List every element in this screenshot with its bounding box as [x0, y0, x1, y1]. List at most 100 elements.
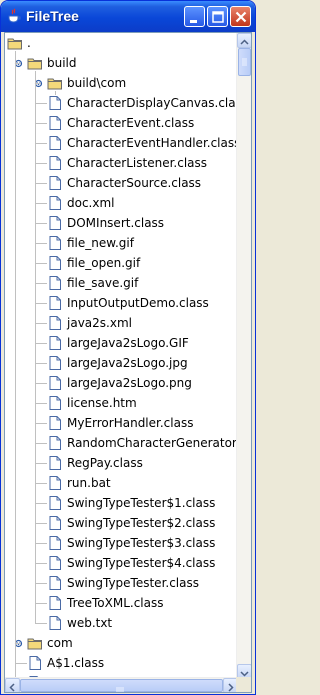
tree-connector-line: [35, 443, 47, 444]
tree-node-label: CharacterEventHandler.class: [67, 136, 238, 150]
tree-connector-line: [35, 463, 47, 464]
grip-icon: [116, 687, 124, 692]
tree-node-build[interactable]: build: [5, 53, 238, 73]
file-icon: [49, 496, 61, 510]
folder-icon: [27, 638, 42, 650]
window-title: FileTree: [26, 8, 79, 24]
scroll-left-button[interactable]: [5, 678, 20, 692]
tree-connector-line: [35, 503, 47, 504]
tree-node-label: build: [47, 56, 77, 70]
tree-node-label: file_new.gif: [67, 236, 134, 250]
file-icon: [49, 316, 61, 330]
file-icon: [49, 96, 61, 110]
scroll-corner: [236, 677, 251, 692]
tree-connector-line: [35, 343, 47, 344]
tree-node-label: CharacterListener.class: [67, 156, 208, 170]
tree-node-label: MyErrorHandler.class: [67, 416, 194, 430]
tree-connector-line: [35, 283, 47, 284]
tree-connector-line: [35, 603, 47, 604]
file-tree[interactable]: . build build\com CharacterDisplayCanvas.cl…: [5, 33, 238, 679]
file-icon: [49, 336, 61, 350]
tree-connector-line: [35, 303, 47, 304]
file-icon: [49, 156, 61, 170]
close-button[interactable]: [230, 6, 251, 27]
tree-node-com[interactable]: com: [5, 633, 238, 653]
java-app-icon: [8, 8, 21, 23]
tree-connector-line: [15, 663, 27, 664]
tree-connector-line: [35, 543, 47, 544]
file-icon: [49, 376, 61, 390]
folder-icon: [47, 78, 62, 90]
tree-node-label: CharacterSource.class: [67, 176, 202, 190]
tree-connector-line: [35, 483, 47, 484]
file-icon: [49, 176, 61, 190]
minimize-button[interactable]: [184, 6, 205, 27]
tree-connector-line: [35, 223, 47, 224]
tree-node-root[interactable]: .: [5, 33, 238, 53]
tree-connector-line: [35, 623, 47, 624]
tree-node-label: SwingTypeTester$2.class: [67, 516, 216, 530]
maximize-button[interactable]: [207, 6, 228, 27]
chevron-left-icon: [9, 683, 15, 692]
file-icon: [49, 236, 61, 250]
tree-node-label: TreeToXML.class: [67, 596, 164, 610]
tree-connector-line: [35, 163, 47, 164]
tree-node-label: com: [47, 636, 73, 650]
maximize-icon: [212, 11, 224, 23]
tree-node-label: CharacterDisplayCanvas.class: [67, 96, 238, 110]
tree-node-label: file_save.gif: [67, 276, 139, 290]
tree-connector-line: [35, 83, 41, 84]
file-icon: [49, 556, 61, 570]
folder-icon: [7, 38, 22, 50]
tree-connector-line: [35, 71, 36, 623]
tree-node-label: RandomCharacterGenerator.class: [67, 436, 238, 450]
tree-node-label: CharacterEvent.class: [67, 116, 195, 130]
file-icon: [49, 116, 61, 130]
file-icon: [49, 436, 61, 450]
tree-node-label: largeJava2sLogo.GIF: [67, 336, 189, 350]
tree-scroll-pane: . build build\com CharacterDisplayCanvas.cl…: [4, 32, 252, 693]
file-icon: [49, 516, 61, 530]
horizontal-scroll-thumb[interactable]: [20, 679, 223, 692]
file-icon: [49, 196, 61, 210]
tree-connector-line: [35, 263, 47, 264]
file-icon: [49, 596, 61, 610]
minimize-icon: [190, 20, 197, 23]
tree-connector-line: [55, 91, 56, 95]
file-icon: [49, 616, 61, 630]
tree-node-label: RegPay.class: [67, 456, 143, 470]
tree-node-label: run.bat: [67, 476, 111, 490]
tree-node-label: SwingTypeTester$1.class: [67, 496, 216, 510]
file-icon: [49, 416, 61, 430]
tree-connector-line: [35, 403, 47, 404]
file-icon: [49, 276, 61, 290]
vertical-scrollbar[interactable]: [236, 33, 251, 679]
tree-node-label: InputOutputDemo.class: [67, 296, 209, 310]
tree-node-label: .: [27, 36, 31, 50]
tree-connector-line: [35, 203, 47, 204]
filetree-window: FileTree . build build\com CharacterDisplay…: [0, 0, 256, 695]
file-icon: [49, 396, 61, 410]
tree-node-label: java2s.xml: [67, 316, 132, 330]
horizontal-scrollbar[interactable]: [5, 677, 238, 692]
tree-connector-line: [35, 523, 47, 524]
tree-connector-line: [35, 143, 47, 144]
tree-connector-line: [35, 363, 47, 364]
tree-node-label: build\com: [67, 76, 127, 90]
vertical-scroll-thumb[interactable]: [238, 48, 251, 76]
tree-node-label: license.htm: [67, 396, 137, 410]
tree-node-label: doc.xml: [67, 196, 115, 210]
tree-node-label: SwingTypeTester.class: [67, 576, 199, 590]
tree-node-label: web.txt: [67, 616, 113, 630]
file-icon: [29, 656, 41, 670]
title-bar[interactable]: FileTree: [1, 1, 255, 32]
tree-connector-line: [35, 323, 47, 324]
tree-node-file[interactable]: A$1.class: [5, 653, 238, 673]
tree-connector-line: [35, 563, 47, 564]
tree-connector-line: [35, 243, 47, 244]
file-icon: [49, 576, 61, 590]
tree-node-label: SwingTypeTester$4.class: [67, 556, 216, 570]
file-icon: [49, 256, 61, 270]
scroll-up-button[interactable]: [237, 33, 251, 48]
tree-connector-line: [35, 183, 47, 184]
